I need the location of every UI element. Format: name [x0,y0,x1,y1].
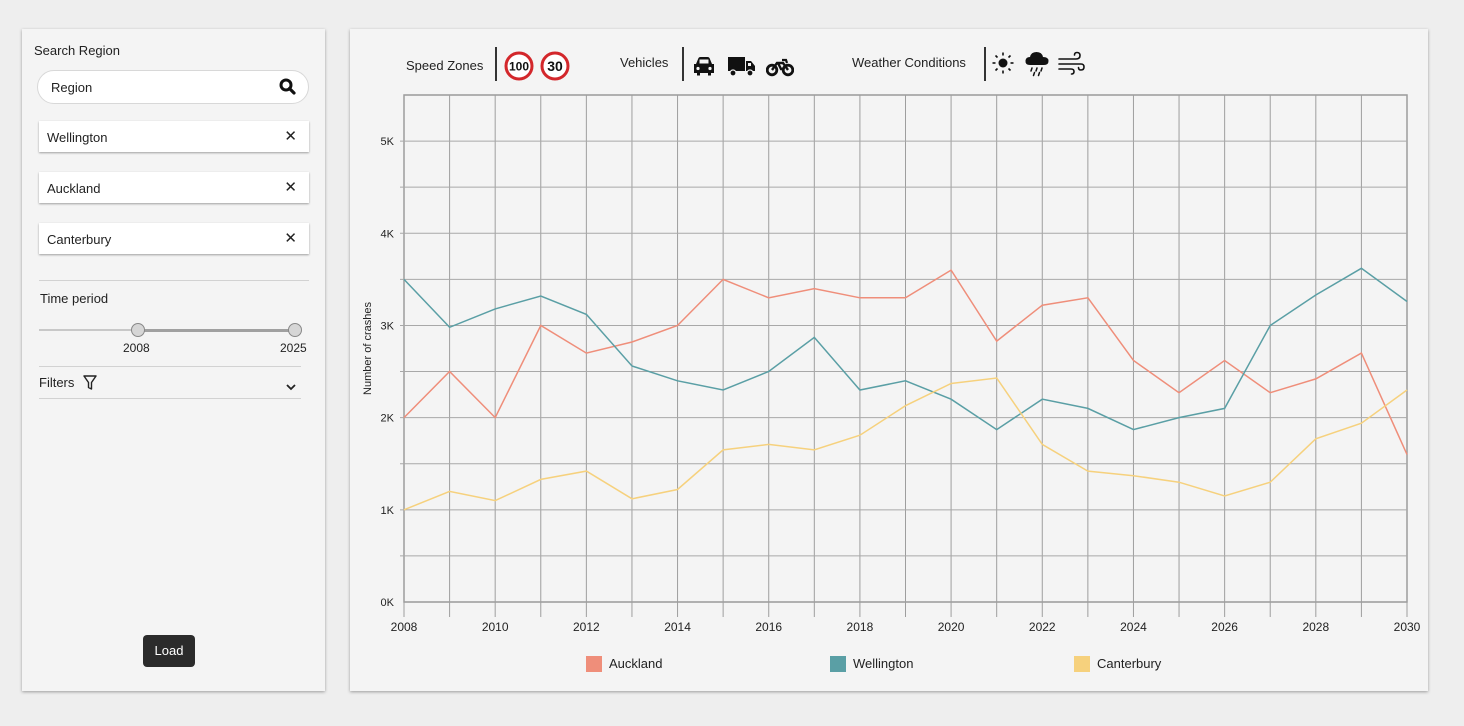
chart-panel: Speed Zones 100 30 Vehicles Weather Cond… [350,29,1428,691]
x-tick-label: 2014 [664,620,691,634]
time-period-label: Time period [40,291,109,306]
filters-label: Filters [39,375,75,390]
region-chip-wellington: Wellington ✕ [39,121,309,152]
search-icon[interactable] [279,78,296,100]
sidebar-panel: Search Region Region Wellington ✕ Auckla… [22,29,325,691]
legend-swatch-wellington [830,656,846,672]
x-tick-label: 2022 [1029,620,1056,634]
x-tick-label: 2008 [391,620,418,634]
y-tick-label: 0K [381,597,395,609]
y-tick-label: 4K [381,228,395,240]
x-tick-label: 2028 [1302,620,1329,634]
legend-item-wellington[interactable]: Wellington [830,655,930,673]
legend-label-wellington: Wellington [853,656,914,671]
remove-region-icon[interactable]: ✕ [284,127,297,145]
region-chip-label: Canterbury [47,232,112,247]
search-region-title: Search Region [34,43,120,58]
y-tick-label: 5K [381,136,395,148]
legend-label-auckland: Auckland [609,656,663,671]
y-tick-label: 3K [381,320,395,332]
legend-swatch-auckland [586,656,602,672]
x-tick-label: 2012 [573,620,600,634]
x-tick-label: 2030 [1394,620,1421,634]
legend-label-canterbury: Canterbury [1097,656,1162,671]
x-tick-label: 2010 [482,620,509,634]
search-input-value: Region [51,80,93,95]
remove-region-icon[interactable]: ✕ [284,229,297,247]
legend-item-canterbury[interactable]: Canterbury [1074,655,1174,673]
region-chip-auckland: Auckland ✕ [39,172,309,203]
filter-icon [83,375,97,396]
y-axis-label: Number of crashes [362,302,374,395]
legend-item-auckland[interactable]: Auckland [586,655,676,673]
crash-line-chart: 0K 1K 2K 3K 4K 5K 2008 2010 2012 2014 2016 2018 2020… [362,94,1421,634]
load-button[interactable]: Load [143,635,195,667]
x-tick-label: 2024 [1120,620,1147,634]
x-tick-label: 2018 [847,620,874,634]
filters-dropdown[interactable]: Filters [39,373,301,399]
legend-swatch-canterbury [1074,656,1090,672]
x-tick-label: 2016 [755,620,782,634]
x-tick-label: 2026 [1211,620,1238,634]
search-input[interactable]: Region [37,70,309,104]
divider [39,398,301,399]
time-slider-end-label: 2025 [280,341,307,355]
remove-region-icon[interactable]: ✕ [284,178,297,196]
x-tick-label: 2020 [938,620,965,634]
time-slider-start-label: 2008 [123,341,150,355]
time-slider-range [137,329,295,332]
time-slider-start-handle[interactable] [131,323,145,337]
y-tick-label: 1K [381,505,395,517]
region-chip-canterbury: Canterbury ✕ [39,223,309,254]
y-tick-label: 2K [381,413,395,425]
divider [39,280,309,281]
time-slider-end-handle[interactable] [288,323,302,337]
divider [39,366,301,367]
region-chip-label: Auckland [47,181,101,196]
chevron-down-icon [285,378,297,396]
region-chip-label: Wellington [47,130,108,145]
